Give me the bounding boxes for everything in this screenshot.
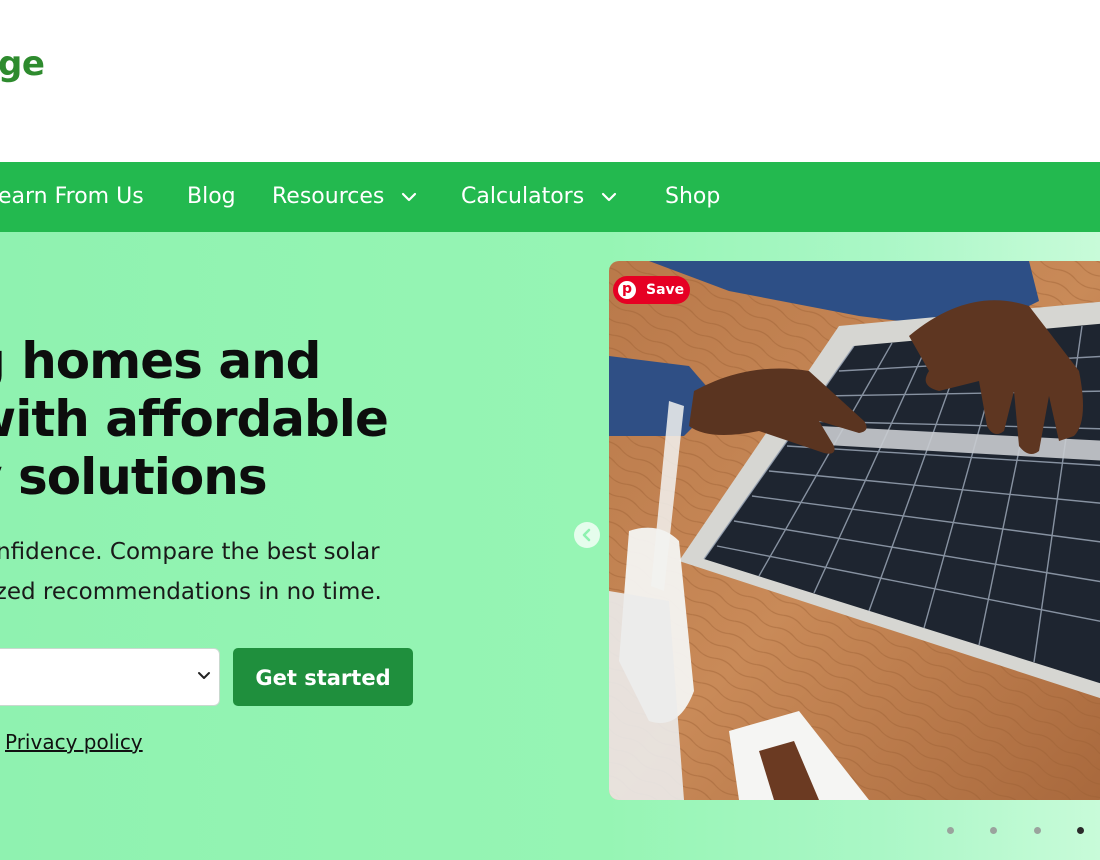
pinterest-save-button[interactable]: Save	[613, 276, 690, 304]
nav-item-label: Shop	[665, 184, 721, 209]
save-label: Save	[646, 282, 685, 298]
site-header: ge	[0, 0, 1100, 162]
carousel-dot[interactable]	[947, 827, 954, 834]
nav-item-label: earn From Us	[0, 184, 144, 209]
nav-item-label: Resources	[272, 184, 385, 209]
site-logo[interactable]: ge	[0, 44, 45, 84]
carousel-dot[interactable]	[990, 827, 997, 834]
nav-item-label: Blog	[187, 184, 236, 209]
carousel-dot[interactable]	[1034, 827, 1041, 834]
chevron-down-icon	[601, 192, 617, 202]
privacy-policy-link[interactable]: Privacy policy	[5, 730, 143, 754]
main-navigation: earn From Us Blog Resources Calculators …	[0, 162, 1100, 232]
chevron-down-icon	[197, 671, 211, 681]
hero-subtext: onfidence. Compare the best solar lized …	[0, 532, 482, 612]
nav-item-label: Calculators	[461, 184, 585, 209]
carousel-dots	[940, 825, 1100, 837]
nav-item-shop[interactable]: Shop	[665, 162, 720, 232]
nav-item-calculators[interactable]: Calculators	[461, 162, 617, 232]
subtext-line: lized recommendations in no time.	[0, 579, 382, 605]
headline-line: g homes and	[0, 332, 321, 390]
headline-line: with affordable	[0, 390, 389, 448]
hero-section: g homes and with affordable y solutions …	[0, 232, 1100, 860]
nav-item-resources[interactable]: Resources	[272, 162, 417, 232]
nav-item-blog[interactable]: Blog	[187, 162, 236, 232]
location-select[interactable]	[0, 648, 220, 706]
subtext-line: onfidence. Compare the best solar	[0, 539, 380, 565]
carousel-prev-button[interactable]	[574, 522, 600, 548]
carousel-dot-active[interactable]	[1077, 827, 1084, 834]
chevron-left-icon	[582, 528, 591, 542]
hero-headline: g homes and with affordable y solutions	[0, 332, 570, 506]
chevron-down-icon	[401, 192, 417, 202]
nav-item-learn-from-us[interactable]: earn From Us	[0, 162, 144, 232]
hero-image-solar-panel	[609, 261, 1100, 800]
pinterest-icon	[618, 281, 636, 299]
get-started-button[interactable]: Get started	[233, 648, 413, 706]
headline-line: y solutions	[0, 448, 268, 506]
